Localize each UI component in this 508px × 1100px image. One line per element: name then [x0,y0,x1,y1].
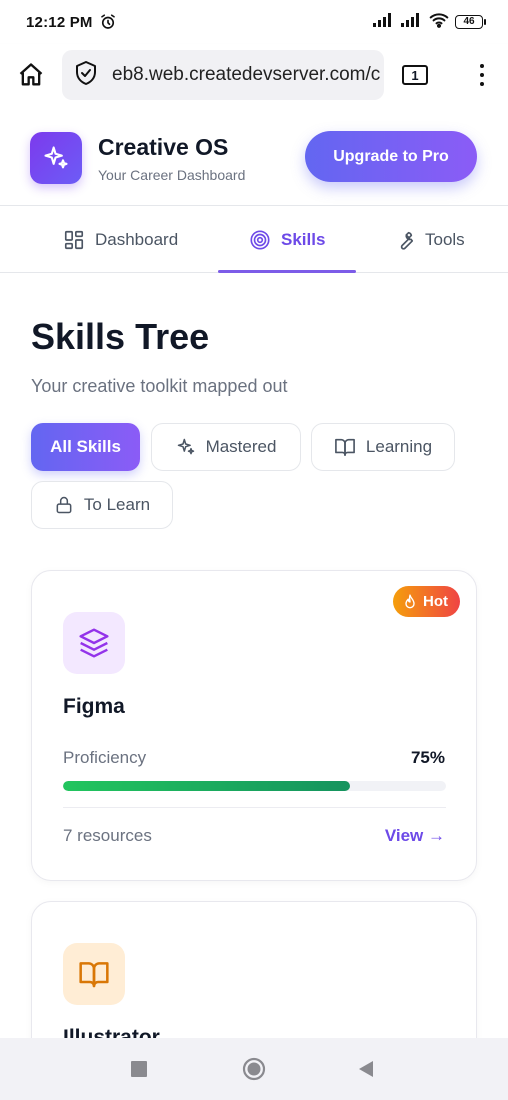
signal-icon [373,13,395,31]
home-button[interactable] [14,58,48,92]
proficiency-value: 75% [410,748,445,767]
sparkles-icon [177,438,194,455]
wrench-icon [400,231,414,250]
shield-icon [74,60,98,91]
signal-icon [401,13,423,31]
status-icons: 46 [373,12,486,32]
battery-level: 46 [455,15,483,29]
app-header: Creative OS Your Career Dashboard Upgrad… [0,106,508,206]
back-triangle-icon [359,1061,373,1077]
proficiency-label: Proficiency [63,748,147,767]
lock-icon [56,496,72,514]
skill-icon-box [63,943,125,1005]
url-text: eb8.web.createdevserver.com/c [112,64,381,85]
layers-icon [79,628,109,658]
status-bar: 12:12 PM 46 [0,0,508,44]
proficiency-bar [63,781,446,791]
recents-button[interactable] [131,1061,147,1077]
tab-skills[interactable]: Skills [249,207,325,273]
tab-switcher-button[interactable]: 1 [402,65,428,85]
tab-label: Tools [425,230,465,249]
proficiency-bar-fill [63,781,351,791]
hot-badge: Hot [393,586,460,617]
filter-to-learn[interactable]: To Learn [31,481,173,529]
sparkles-icon [44,146,68,169]
badge-label: Hot [423,593,448,610]
resources-count: 7 resources [63,826,152,845]
view-link[interactable]: View → [385,826,445,846]
square-icon [131,1061,147,1077]
page-title: Skills Tree [31,316,210,357]
circle-icon [242,1057,266,1081]
alarm-icon [99,13,117,31]
tab-tools[interactable]: Tools [393,207,465,273]
book-open-icon [79,962,109,988]
browser-menu-button[interactable] [470,58,494,92]
tab-label: Dashboard [95,230,179,249]
skill-name: Figma [63,695,125,718]
app-name: Creative OS [98,134,229,160]
page-subtitle: Your creative toolkit mapped out [31,376,288,396]
card-divider [63,807,446,808]
filter-label: To Learn [83,495,151,514]
grid-icon [64,230,84,250]
book-icon [334,438,355,456]
system-nav-bar [0,1038,508,1100]
app-tagline: Your Career Dashboard [98,167,246,183]
filter-mastered[interactable]: Mastered [151,423,301,471]
filter-learning[interactable]: Learning [311,423,455,471]
filter-label: Mastered [205,437,277,456]
home-icon [19,63,43,86]
tab-label: Skills [281,230,326,249]
target-icon [250,230,270,250]
flame-icon [405,593,415,608]
filter-all-skills[interactable]: All Skills [31,423,140,471]
skill-card-figma[interactable]: Hot Figma Proficiency 75% 7 resources Vi… [31,570,477,881]
filter-label: Learning [365,437,433,456]
status-time: 12:12 PM [26,13,93,31]
upgrade-button[interactable]: Upgrade to Pro [305,131,477,182]
home-nav-button[interactable] [242,1057,266,1081]
app-logo [30,132,82,184]
tab-dashboard[interactable]: Dashboard [63,207,178,273]
active-tab-indicator [218,270,356,273]
browser-toolbar: eb8.web.createdevserver.com/c 1 [0,44,508,106]
back-button[interactable] [358,1060,374,1078]
wifi-icon [429,12,449,32]
skill-icon-box [63,612,125,674]
filter-label: All Skills [50,437,121,456]
battery-icon: 46 [455,15,486,29]
tab-nav: Dashboard Skills Tools [0,207,508,273]
address-bar[interactable]: eb8.web.createdevserver.com/c [62,50,384,100]
